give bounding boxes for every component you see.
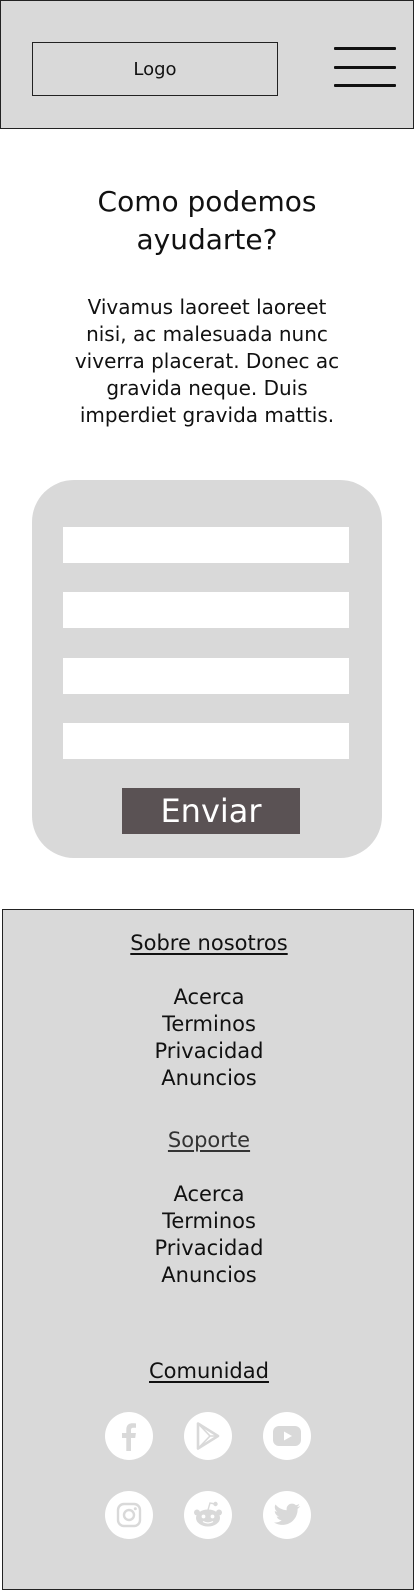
footer-link[interactable]: Anuncios [3,1065,414,1092]
reddit-icon[interactable] [184,1491,232,1539]
instagram-icon[interactable] [105,1491,153,1539]
footer-list-about: Acerca Terminos Privacidad Anuncios [3,984,414,1092]
submit-button[interactable]: Enviar [122,788,300,834]
hamburger-line [334,65,396,69]
footer-link[interactable]: Anuncios [3,1262,414,1289]
page-title: Como podemos ayudarte? [97,185,317,256]
facebook-icon[interactable] [105,1412,153,1460]
sobre-nosotros-link[interactable]: Sobre nosotros [130,931,287,955]
google-play-icon[interactable] [184,1412,232,1460]
footer-link[interactable]: Privacidad [3,1038,414,1065]
twitter-icon[interactable] [263,1491,311,1539]
footer-list-support: Acerca Terminos Privacidad Anuncios [3,1181,414,1289]
header: Logo [0,0,414,129]
form-field-1[interactable] [63,527,349,563]
comunidad-link[interactable]: Comunidad [149,1359,269,1383]
contact-form: Enviar [32,480,382,858]
form-field-3[interactable] [63,658,349,694]
footer-link[interactable]: Privacidad [3,1235,414,1262]
footer-link[interactable]: Acerca [3,984,414,1011]
logo[interactable]: Logo [32,42,278,96]
logo-label: Logo [133,58,177,80]
form-field-2[interactable] [63,592,349,628]
hamburger-line [334,84,396,87]
soporte-link[interactable]: Soporte [168,1128,250,1152]
youtube-icon[interactable] [263,1412,311,1460]
footer-heading-community: Comunidad [3,1357,414,1385]
intro-paragraph: Vivamus laoreet laoreet nisi, ac malesua… [74,295,340,427]
footer-link[interactable]: Terminos [3,1011,414,1038]
footer-heading-support: Soporte [3,1126,414,1154]
form-field-4[interactable] [63,723,349,759]
footer-link[interactable]: Acerca [3,1181,414,1208]
hamburger-line [334,47,396,50]
footer-heading-about: Sobre nosotros [3,929,414,957]
hamburger-menu-icon[interactable] [334,47,396,87]
footer: Sobre nosotros Acerca Terminos Privacida… [2,909,414,1590]
footer-link[interactable]: Terminos [3,1208,414,1235]
